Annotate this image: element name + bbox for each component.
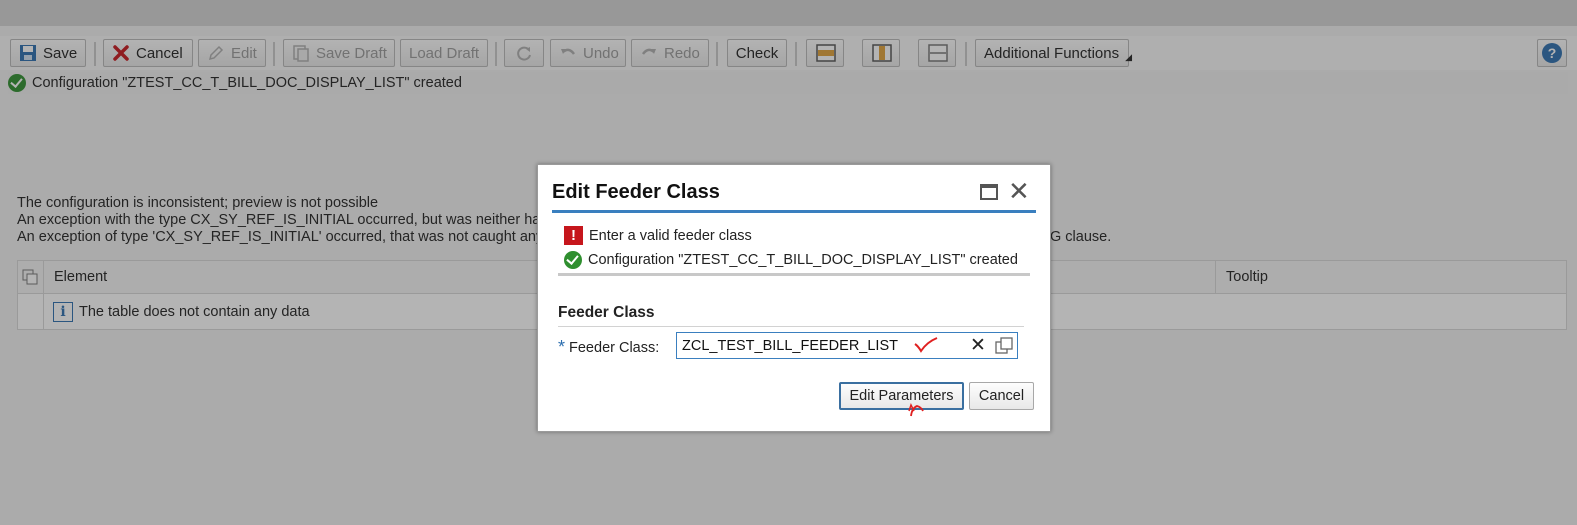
section-title: Feeder Class — [558, 304, 655, 321]
handwritten-arrow-annotation — [908, 403, 926, 420]
message-area-divider — [558, 273, 1030, 276]
feeder-class-field[interactable]: ✕ — [676, 332, 1018, 359]
required-marker: * — [558, 337, 566, 357]
close-icon[interactable]: ✕ — [1008, 178, 1030, 204]
section-divider — [558, 326, 1024, 327]
dialog-title: Edit Feeder Class — [552, 181, 720, 203]
edit-feeder-class-dialog: Edit Feeder Class ✕ ! Enter a valid feed… — [537, 164, 1051, 432]
error-message: ! Enter a valid feeder class — [564, 226, 752, 245]
value-help-icon[interactable] — [995, 337, 1013, 355]
handwritten-check-annotation — [913, 336, 939, 357]
edit-parameters-button[interactable]: Edit Parameters — [839, 382, 964, 410]
feeder-class-input[interactable] — [682, 336, 902, 356]
title-underline — [552, 210, 1036, 213]
error-icon: ! — [564, 226, 583, 245]
maximize-icon[interactable] — [980, 184, 998, 200]
success-check-icon — [564, 251, 582, 269]
dialog-cancel-button[interactable]: Cancel — [969, 382, 1034, 410]
feeder-class-label: * Feeder Class: — [558, 337, 660, 357]
success-message: Configuration "ZTEST_CC_T_BILL_DOC_DISPL… — [564, 251, 1018, 269]
clear-input-icon[interactable]: ✕ — [970, 334, 986, 357]
